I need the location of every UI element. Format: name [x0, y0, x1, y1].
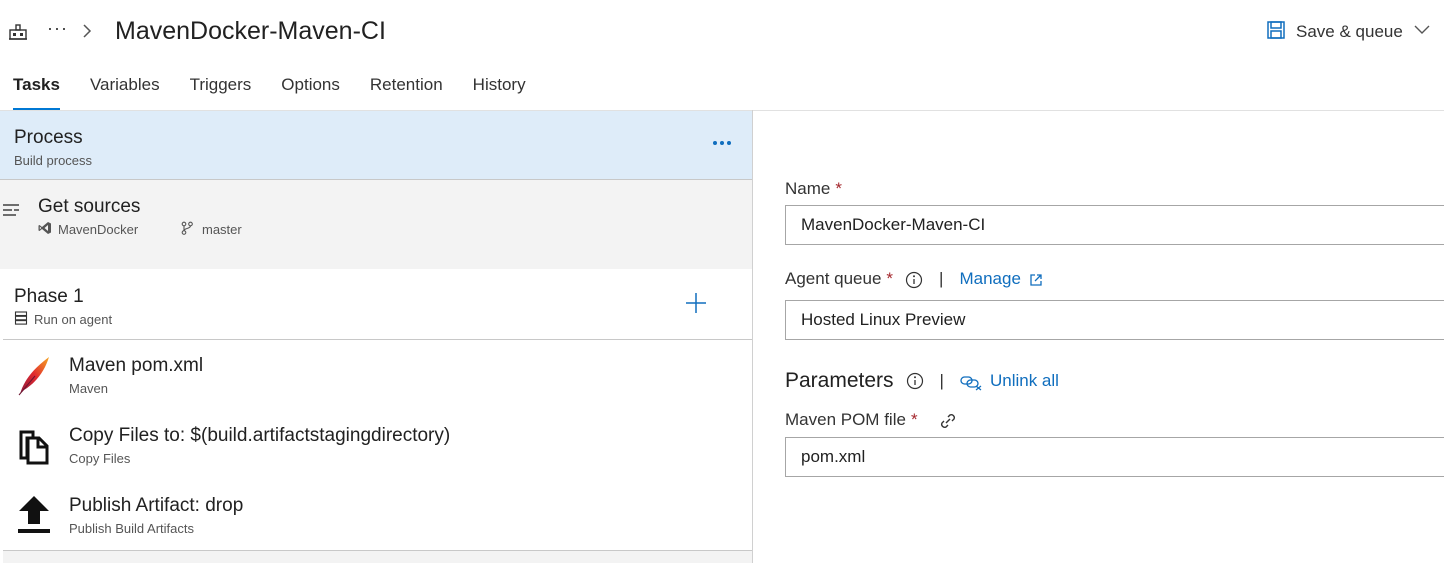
parameters-title: Parameters: [785, 369, 894, 392]
tab-variables[interactable]: Variables: [75, 70, 175, 110]
pom-label: Maven POM file: [785, 410, 906, 430]
process-item[interactable]: Process Build process: [0, 111, 752, 180]
get-sources-icon: [2, 202, 22, 220]
manage-link[interactable]: Manage: [959, 269, 1042, 289]
tab-retention[interactable]: Retention: [355, 70, 458, 110]
link-settings-icon[interactable]: [938, 410, 958, 431]
agent-queue-label: Agent queue: [785, 269, 882, 288]
separator: |: [939, 371, 944, 390]
info-icon[interactable]: [905, 269, 923, 289]
repository-info: MavenDocker: [38, 221, 138, 238]
tab-triggers[interactable]: Triggers: [175, 70, 267, 110]
chevron-down-icon[interactable]: [1413, 23, 1431, 42]
chevron-right-icon: [80, 22, 94, 40]
unlink-all-button[interactable]: Unlink all: [960, 371, 1059, 391]
repository-name: MavenDocker: [58, 222, 139, 237]
copy-files-icon: [15, 424, 53, 466]
tab-options[interactable]: Options: [266, 70, 355, 110]
agent-server-icon: [14, 311, 28, 328]
required-marker: *: [835, 179, 842, 198]
phase-subtitle-row: Run on agent: [14, 311, 112, 328]
unlink-all-label: Unlink all: [989, 371, 1059, 390]
name-input[interactable]: [785, 205, 1444, 245]
pom-file-input[interactable]: [785, 437, 1444, 477]
get-sources-title: Get sources: [38, 196, 141, 217]
page-title: MavenDocker-Maven-CI: [115, 17, 386, 45]
task-subtitle: Maven: [69, 381, 109, 396]
task-subtitle: Publish Build Artifacts: [69, 521, 195, 536]
maven-feather-icon: [15, 354, 53, 396]
phase-item[interactable]: Phase 1 Run on agent: [3, 269, 752, 340]
tab-bar: Tasks Variables Triggers Options Retenti…: [0, 70, 541, 110]
task-subtitle: Copy Files: [69, 451, 131, 466]
add-task-icon[interactable]: [684, 291, 708, 315]
external-link-icon: [1029, 269, 1043, 289]
info-icon[interactable]: [906, 369, 924, 393]
name-label: Name: [785, 179, 831, 198]
tab-history[interactable]: History: [458, 70, 541, 110]
required-marker: *: [910, 410, 918, 430]
phase-subtitle: Run on agent: [34, 312, 113, 327]
branch-icon: [180, 221, 194, 238]
unlink-icon: [960, 371, 982, 391]
tab-tasks[interactable]: Tasks: [0, 70, 75, 110]
required-marker: *: [886, 269, 894, 288]
separator: |: [939, 269, 944, 288]
breadcrumb-more-button[interactable]: ···: [47, 18, 68, 39]
build-pipeline-icon[interactable]: [8, 22, 28, 42]
upload-arrow-icon: [15, 494, 53, 536]
name-label-row: Name *: [785, 179, 842, 199]
panel-divider[interactable]: [752, 110, 753, 563]
parameters-header: Parameters | Unlink all: [785, 369, 1059, 393]
task-list-footer: [3, 551, 752, 563]
manage-link-label: Manage: [959, 269, 1021, 288]
process-title: Process: [14, 127, 83, 148]
task-title: Copy Files to: $(build.artifactstagingdi…: [69, 425, 451, 446]
branch-info: master: [180, 221, 242, 238]
save-queue-label: Save & queue: [1296, 22, 1403, 41]
save-icon: [1266, 20, 1286, 45]
visual-studio-icon: [38, 221, 52, 238]
header: ··· MavenDocker-Maven-CI Save & queue: [0, 0, 1444, 64]
task-maven[interactable]: Maven pom.xml Maven: [3, 340, 752, 410]
branch-name: master: [202, 222, 242, 237]
get-sources-item[interactable]: Get sources MavenDocker master: [0, 180, 752, 269]
agent-queue-select[interactable]: [785, 300, 1444, 340]
task-title: Publish Artifact: drop: [69, 495, 244, 516]
agent-queue-label-row: Agent queue * | Manage: [785, 269, 1043, 289]
more-options-icon[interactable]: [710, 131, 734, 155]
process-subtitle: Build process: [14, 153, 93, 168]
task-publish-artifact[interactable]: Publish Artifact: drop Publish Build Art…: [3, 480, 752, 550]
pom-label-row: Maven POM file *: [785, 410, 958, 431]
task-copy-files[interactable]: Copy Files to: $(build.artifactstagingdi…: [3, 410, 752, 480]
save-queue-button[interactable]: Save & queue: [1266, 20, 1431, 44]
phase-title: Phase 1: [14, 286, 84, 307]
task-title: Maven pom.xml: [69, 355, 204, 376]
